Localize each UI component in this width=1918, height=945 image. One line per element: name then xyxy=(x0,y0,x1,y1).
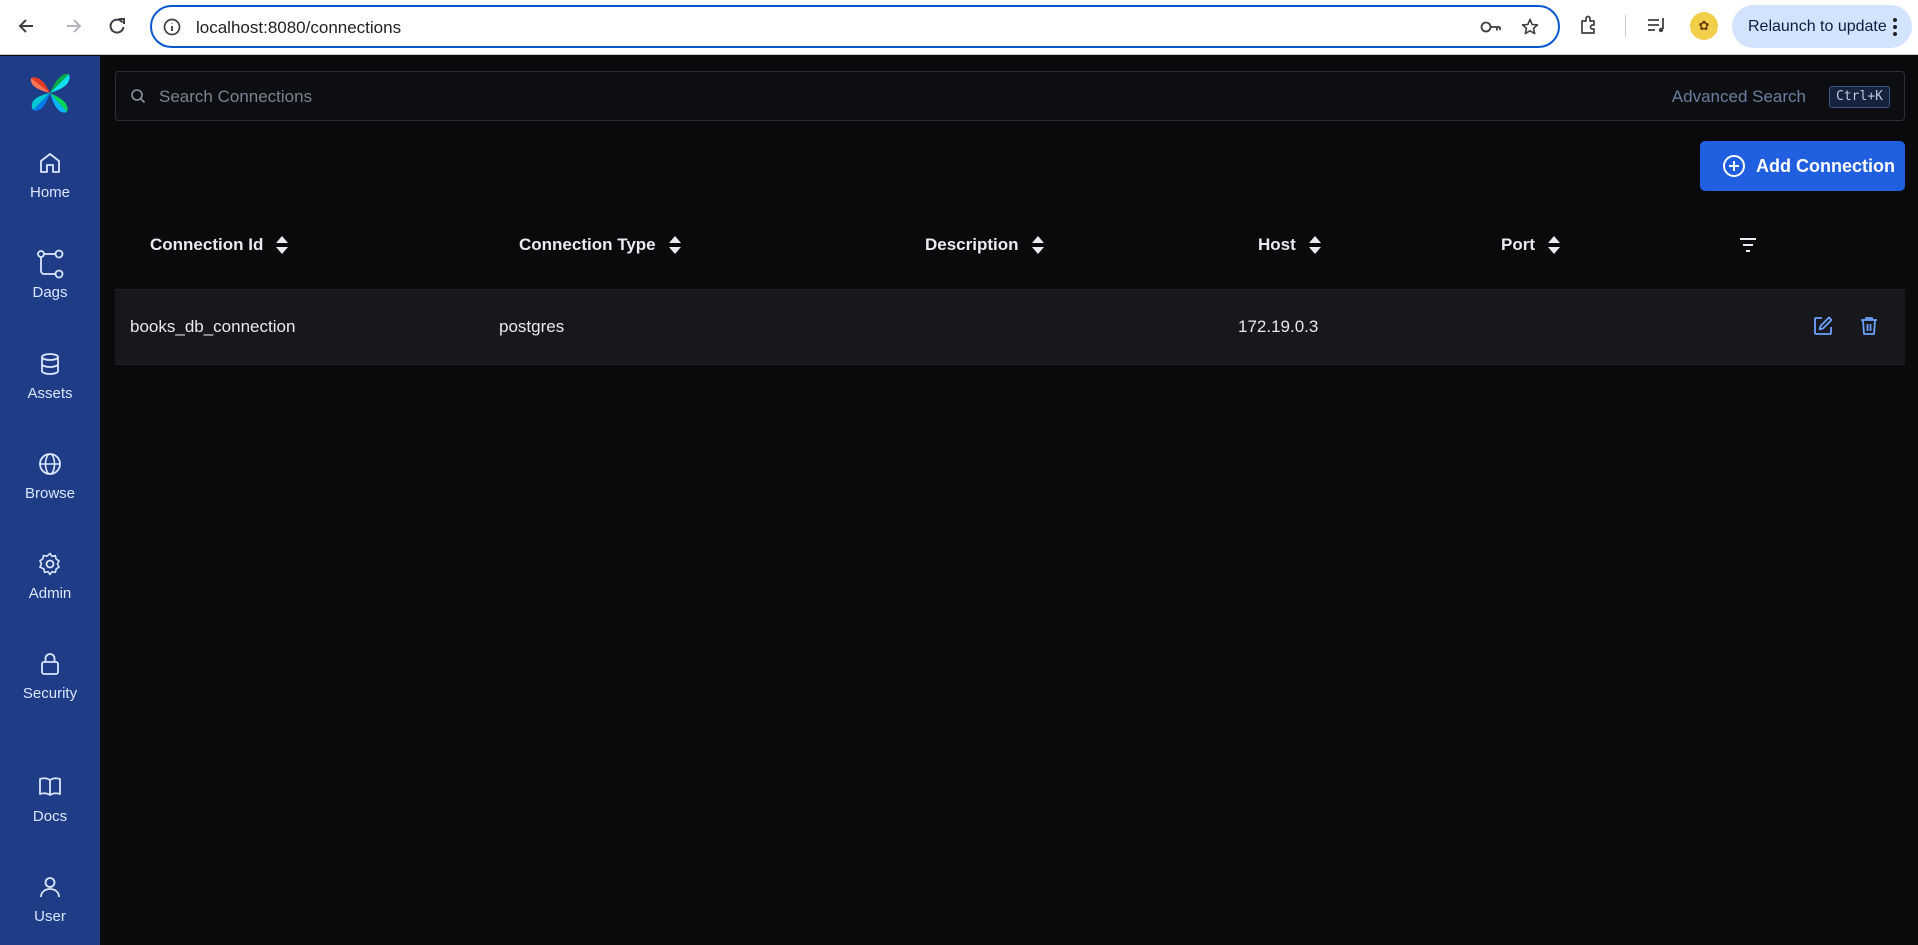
toolbar-separator xyxy=(1625,15,1626,37)
gear-icon xyxy=(39,552,60,576)
column-label: Port xyxy=(1501,235,1535,254)
filter-icon[interactable] xyxy=(1738,235,1758,255)
user-icon xyxy=(40,877,60,898)
table-row[interactable]: books_db_connection postgres 172.19.0.3 xyxy=(115,289,1905,365)
column-label: Connection Id xyxy=(150,235,264,254)
bookmark-star-icon[interactable] xyxy=(1520,17,1540,37)
add-connection-label: Add Connection xyxy=(1756,155,1895,176)
more-menu-icon[interactable] xyxy=(1892,17,1898,37)
sidebar: Home Dags Assets Browse Admin Security D… xyxy=(0,56,100,945)
sidebar-item-admin[interactable]: Admin xyxy=(0,549,100,629)
cell-host: 172.19.0.3 xyxy=(1238,317,1319,336)
profile-avatar[interactable]: ✿ xyxy=(1690,12,1718,40)
sidebar-item-label: Security xyxy=(22,685,78,702)
arrow-right-icon xyxy=(67,19,82,33)
cell-connection-id[interactable]: books_db_connection xyxy=(130,317,295,337)
dags-icon xyxy=(37,249,64,279)
sidebar-item-label: Assets xyxy=(27,385,73,402)
sidebar-item-security[interactable]: Security xyxy=(0,649,100,729)
edit-icon[interactable] xyxy=(1812,315,1834,337)
browser-toolbar: localhost:8080/connections ✿ Relaunch to… xyxy=(0,0,1918,55)
sort-icon[interactable] xyxy=(1031,235,1045,255)
delete-icon[interactable] xyxy=(1858,315,1880,337)
column-header-port[interactable]: Port xyxy=(1501,233,1561,257)
database-icon xyxy=(41,353,59,375)
sidebar-item-label: Browse xyxy=(24,485,76,502)
search-placeholder: Search Connections xyxy=(159,87,313,106)
address-bar[interactable]: localhost:8080/connections xyxy=(150,5,1560,48)
sidebar-item-label: Home xyxy=(29,184,70,201)
book-icon xyxy=(39,777,61,796)
extensions-icon[interactable] xyxy=(1577,13,1601,37)
sidebar-item-label: Docs xyxy=(32,808,68,825)
url-text[interactable]: localhost:8080/connections xyxy=(196,18,401,38)
sidebar-item-assets[interactable]: Assets xyxy=(0,349,100,429)
cell-connection-type: postgres xyxy=(499,317,565,336)
sort-icon[interactable] xyxy=(1547,235,1561,255)
sidebar-item-label: User xyxy=(34,908,66,925)
column-header-connection-id[interactable]: Connection Id xyxy=(150,233,289,257)
sidebar-item-label: Dags xyxy=(32,284,68,301)
lock-icon xyxy=(41,653,59,675)
globe-icon xyxy=(39,453,61,475)
relaunch-button[interactable]: Relaunch to update xyxy=(1732,5,1912,48)
column-label: Connection Type xyxy=(519,235,656,254)
sidebar-item-dags[interactable]: Dags xyxy=(0,246,100,326)
forward-button[interactable] xyxy=(60,13,86,39)
sidebar-item-browse[interactable]: Browse xyxy=(0,449,100,529)
back-button[interactable] xyxy=(14,13,40,39)
search-connections-input[interactable]: Search Connections Advanced Search Ctrl+… xyxy=(115,71,1905,121)
site-info-icon[interactable] xyxy=(162,17,182,37)
add-connection-button[interactable]: Add Connection xyxy=(1700,141,1905,191)
sidebar-item-user[interactable]: User xyxy=(0,872,100,945)
plus-circle-icon xyxy=(1723,155,1745,177)
advanced-search-link[interactable]: Advanced Search xyxy=(1672,87,1806,107)
column-header-description[interactable]: Description xyxy=(925,233,1045,257)
key-icon[interactable] xyxy=(1479,17,1503,37)
home-icon xyxy=(40,153,60,173)
column-label: Host xyxy=(1258,235,1296,254)
sidebar-item-docs[interactable]: Docs xyxy=(0,772,100,852)
column-header-host[interactable]: Host xyxy=(1258,233,1322,257)
sort-icon[interactable] xyxy=(275,235,289,255)
sort-icon[interactable] xyxy=(1308,235,1322,255)
media-control-icon[interactable] xyxy=(1645,13,1669,37)
sidebar-item-label: Admin xyxy=(28,585,72,602)
reload-icon xyxy=(109,18,125,34)
search-icon xyxy=(131,89,146,104)
column-header-connection-type[interactable]: Connection Type xyxy=(519,233,682,257)
reload-button[interactable] xyxy=(104,13,130,39)
relaunch-label: Relaunch to update xyxy=(1748,17,1887,35)
sort-icon[interactable] xyxy=(668,235,682,255)
keyboard-shortcut-badge: Ctrl+K xyxy=(1829,86,1890,108)
sidebar-item-home[interactable]: Home xyxy=(0,148,100,228)
airflow-logo[interactable] xyxy=(27,70,73,116)
column-label: Description xyxy=(925,235,1019,254)
arrow-left-icon xyxy=(18,19,33,33)
